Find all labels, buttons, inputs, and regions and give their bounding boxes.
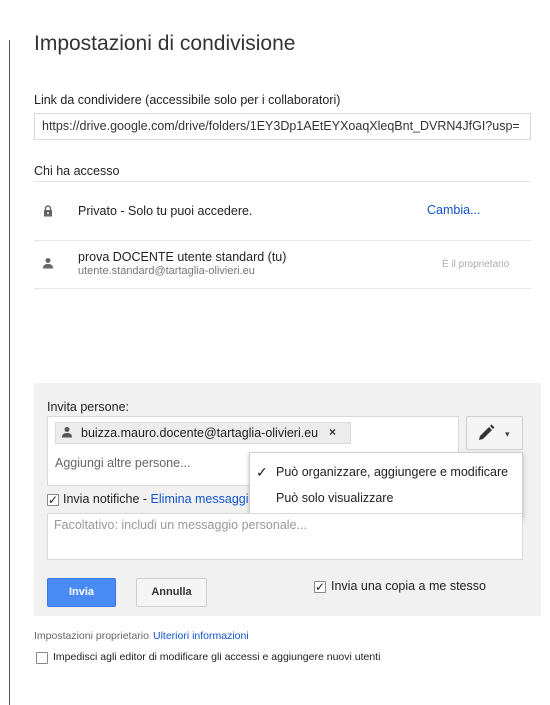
owner-settings-label: Impostazioni proprietario xyxy=(34,630,149,642)
divider xyxy=(34,181,531,182)
dialog-title: Impostazioni di condivisione xyxy=(34,32,296,55)
window-left-edge xyxy=(9,40,10,705)
invite-people-label: Invita persone: xyxy=(47,400,129,414)
chevron-down-icon: ▾ xyxy=(505,429,510,439)
permission-dropdown-menu xyxy=(249,452,523,518)
prevent-editors-checkbox[interactable] xyxy=(36,652,48,664)
person-icon xyxy=(43,258,53,269)
checkmark-icon: ✓ xyxy=(315,580,326,594)
notify-label: Invia notifiche - xyxy=(63,492,151,506)
owner-role-label: È il proprietario xyxy=(442,259,510,270)
notify-row: Invia notifiche - Elimina messaggio xyxy=(47,488,249,506)
prevent-editors-label: Impedisci agli editor di modificare gli … xyxy=(53,651,381,663)
divider xyxy=(34,288,531,289)
share-link-field[interactable]: https://drive.google.com/drive/folders/1… xyxy=(34,113,531,140)
divider xyxy=(34,240,531,241)
send-button[interactable]: Invia xyxy=(47,578,116,607)
owner-settings-row: Impostazioni proprietario Ulteriori infor… xyxy=(34,630,249,642)
checkmark-icon: ✓ xyxy=(256,464,268,480)
remove-recipient-icon[interactable]: × xyxy=(329,425,336,439)
change-visibility-link[interactable]: Cambia... xyxy=(427,203,481,217)
owner-email: utente.standard@tartaglia-olivieri.eu xyxy=(78,265,255,277)
more-info-link[interactable]: Ulteriori informazioni xyxy=(153,630,249,642)
share-link-label: Link da condividere (accessibile solo pe… xyxy=(34,93,341,107)
permission-option-view[interactable]: Può solo visualizzare xyxy=(276,491,393,505)
person-icon xyxy=(62,427,72,438)
pencil-icon xyxy=(479,424,495,440)
cancel-button[interactable]: Annulla xyxy=(136,578,207,607)
permission-option-edit[interactable]: Può organizzare, aggiungere e modificare xyxy=(276,465,508,479)
recipient-email: buizza.mauro.docente@tartaglia-olivieri.… xyxy=(81,426,319,440)
owner-name: prova DOCENTE utente standard (tu) xyxy=(78,250,287,264)
add-people-placeholder[interactable]: Aggiungi altre persone... xyxy=(55,456,191,470)
lock-icon xyxy=(44,205,52,217)
remove-message-link[interactable]: Elimina messaggio xyxy=(151,492,249,506)
visibility-text: Privato - Solo tu puoi accedere. xyxy=(78,204,253,218)
send-copy-label: Invia una copia a me stesso xyxy=(331,579,486,593)
personal-message-field[interactable]: Facoltativo: includi un messaggio person… xyxy=(47,513,523,560)
who-has-access-label: Chi ha accesso xyxy=(34,164,120,178)
